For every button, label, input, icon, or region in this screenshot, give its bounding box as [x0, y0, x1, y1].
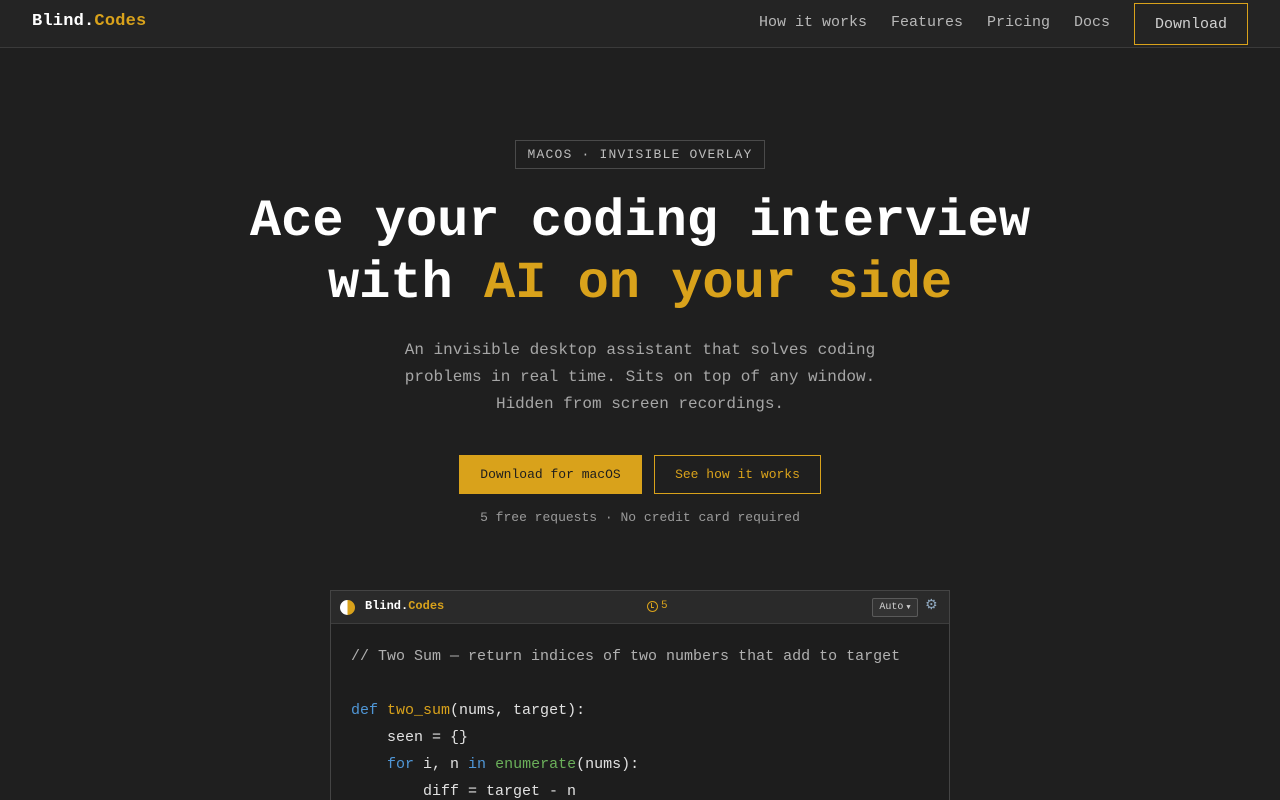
app-preview-window: Blind.Codes 5 Auto ▼ ⚙ // Two Sum — retur… [330, 590, 950, 800]
half-circle-logo-icon [340, 600, 355, 615]
code-comment: // Two Sum — return indices of two numbe… [351, 648, 901, 665]
app-preview-brand: Blind.Codes [365, 599, 445, 613]
clock-icon [647, 600, 658, 612]
headline-line-2: with AI on your side [327, 254, 953, 313]
headline-accent: AI on your side [483, 254, 953, 313]
nav-link-pricing[interactable]: Pricing [987, 14, 1050, 31]
top-nav: Blind.Codes How it works Features Pricin… [0, 0, 1280, 48]
nav-download-button[interactable]: Download [1134, 3, 1248, 45]
nav-link-docs[interactable]: Docs [1074, 14, 1110, 31]
free-requests-note: 5 free requests · No credit card require… [480, 510, 800, 525]
code-block: // Two Sum — return indices of two numbe… [351, 648, 901, 800]
subtitle-line: problems in real time. Sits on top of an… [404, 368, 876, 386]
download-macos-button[interactable]: Download for macOS [459, 455, 642, 494]
subtitle-line: An invisible desktop assistant that solv… [404, 341, 876, 359]
requests-counter: 5 [647, 600, 668, 612]
nav-link-how-it-works[interactable]: How it works [759, 14, 867, 31]
see-how-it-works-button[interactable]: See how it works [654, 455, 821, 494]
nav-link-features[interactable]: Features [891, 14, 963, 31]
mode-select[interactable]: Auto ▼ [872, 598, 918, 617]
app-preview-titlebar: Blind.Codes 5 Auto ▼ ⚙ [331, 591, 949, 624]
subtitle-line: Hidden from screen recordings. [495, 395, 785, 413]
gear-icon[interactable]: ⚙ [925, 597, 938, 613]
brand-logo[interactable]: Blind.Codes [32, 12, 146, 31]
chevron-down-icon: ▼ [906, 603, 911, 612]
platform-badge: MACOS · INVISIBLE OVERLAY [515, 140, 765, 169]
headline-line-1: Ace your coding interview [249, 192, 1031, 251]
